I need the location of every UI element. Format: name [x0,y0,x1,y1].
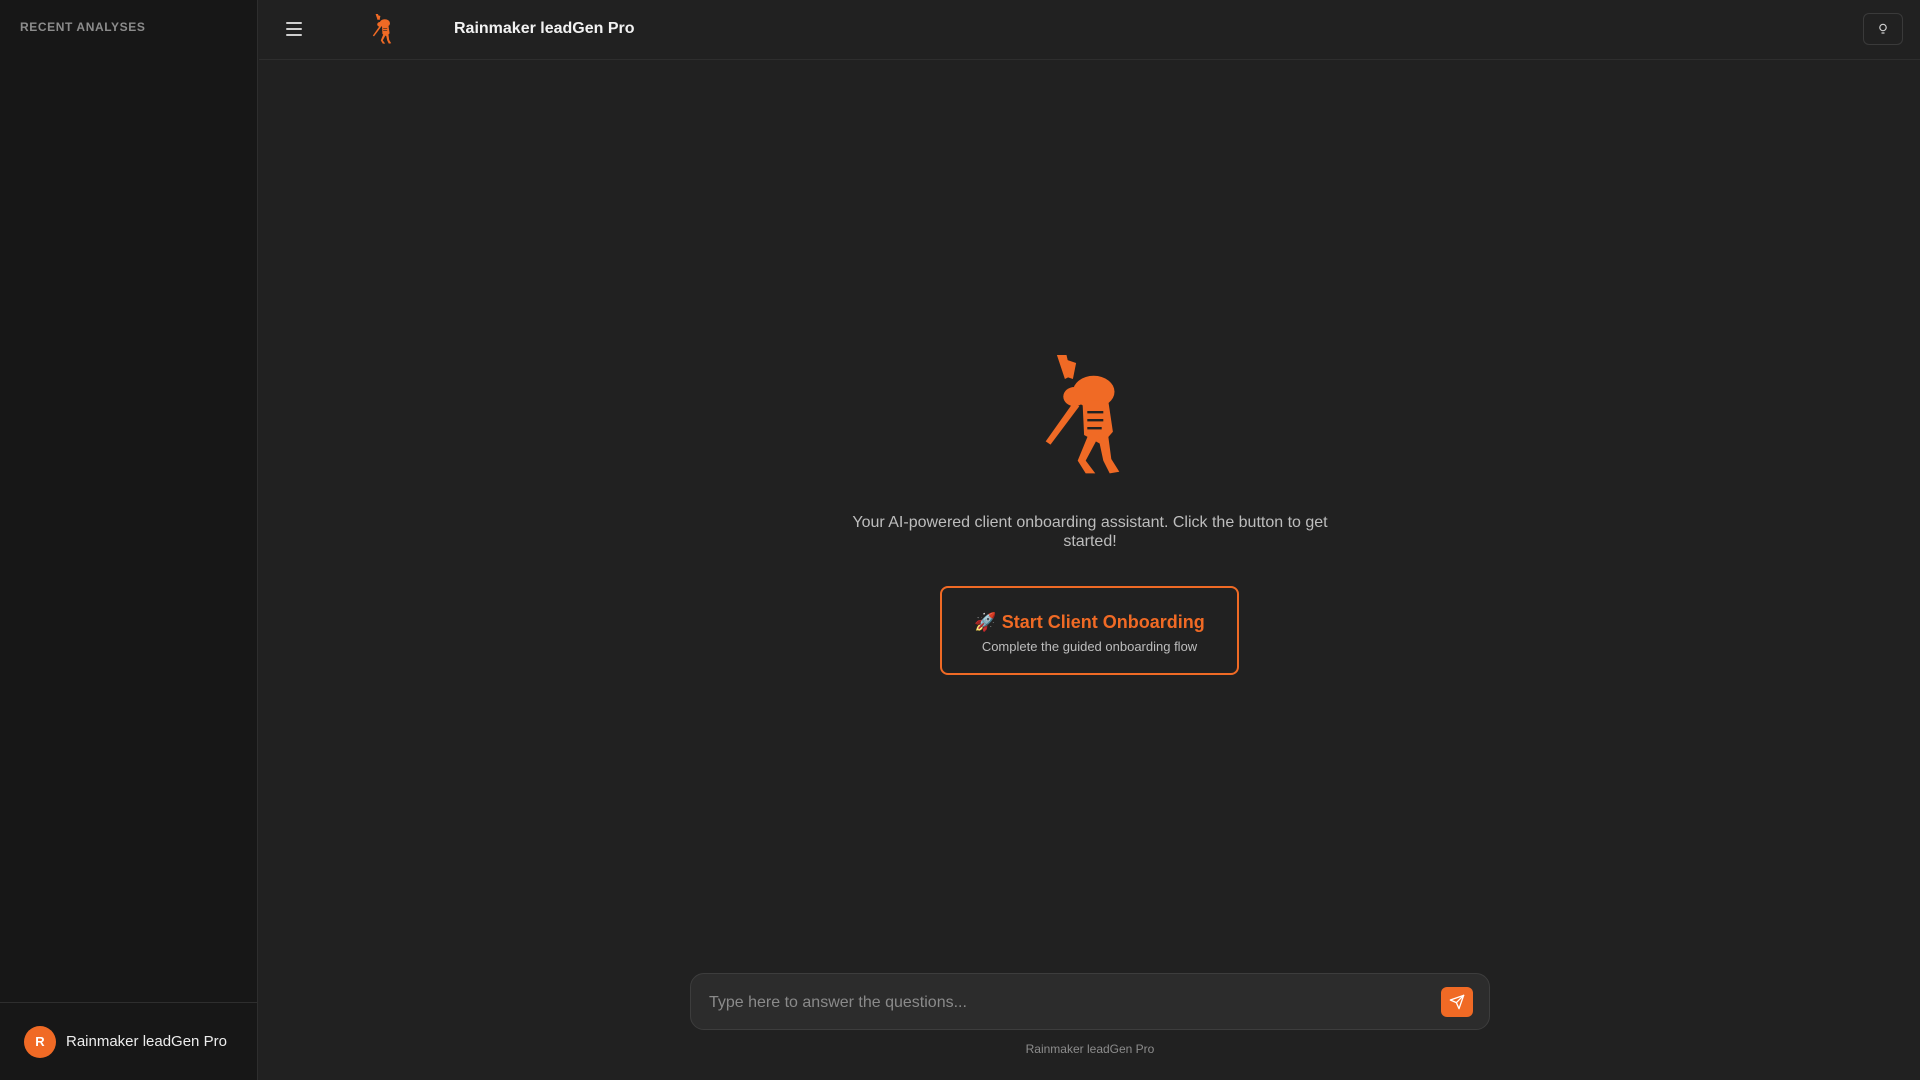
kokopelli-hero-logo-icon [1045,355,1120,474]
top-header: Rainmaker leadGen Pro [259,0,1920,60]
paper-plane-icon [1449,994,1465,1010]
kokopelli-logo-icon [372,14,392,44]
start-button-subtitle: Complete the guided onboarding flow [981,639,1198,654]
sidebar: RECENT ANALYSES R Rainmaker leadGen Pro [0,0,258,1080]
menu-line [286,34,302,36]
app-title: Rainmaker leadGen Pro [454,20,635,37]
hamburger-menu-icon[interactable] [283,18,305,40]
rocket-icon: 🚀 [974,612,997,632]
sidebar-user-profile[interactable]: R Rainmaker leadGen Pro [0,1002,258,1080]
bulb-icon [1879,23,1887,34]
answer-input[interactable] [707,988,1411,1018]
send-icon[interactable] [1441,987,1473,1017]
menu-line [286,28,302,30]
intro-text: Your AI-powered client onboarding assist… [852,514,1328,550]
avatar: R [24,1025,56,1058]
recent-analyses-heading: RECENT ANALYSES [20,20,146,34]
start-button-title: 🚀 Start Client Onboarding [942,612,1237,633]
start-client-onboarding-button[interactable]: 🚀 Start Client Onboarding Complete the g… [940,586,1239,675]
theme-toggle-icon[interactable] [1863,13,1903,45]
footer-caption: Rainmaker leadGen Pro [1025,1042,1155,1056]
user-name: Rainmaker leadGen Pro [66,1033,227,1050]
message-composer [690,973,1490,1030]
menu-line [286,22,302,24]
start-button-label: Start Client Onboarding [1001,612,1205,632]
